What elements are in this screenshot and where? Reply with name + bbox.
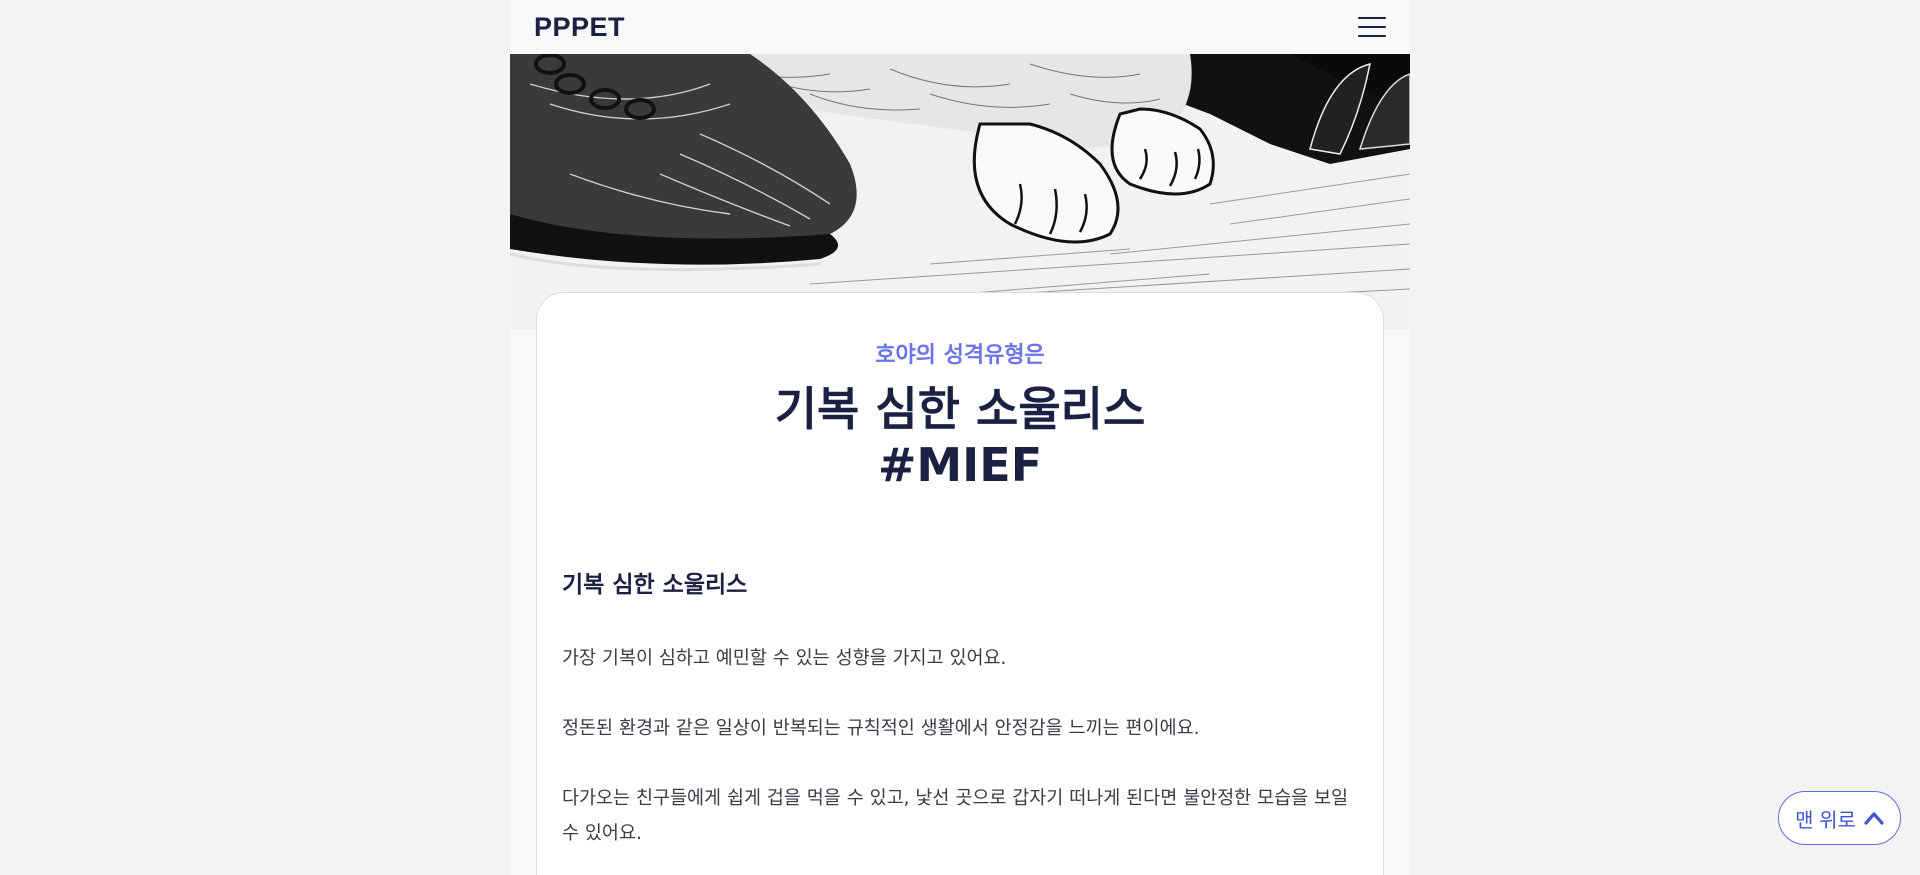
logo[interactable]: PPPET [534, 12, 625, 43]
cat-paws-and-shoe-illustration [510, 54, 1410, 329]
description-paragraph: 다가오는 친구들에게 쉽게 겁을 먹을 수 있고, 낯선 곳으로 갑자기 떠나게… [562, 788, 1349, 844]
description-paragraph: 가장 기복이 심하고 예민할 수 있는 성향을 가지고 있어요. [562, 648, 1007, 669]
menu-line [1358, 17, 1386, 19]
hamburger-menu-icon[interactable] [1358, 15, 1386, 39]
menu-line [1358, 26, 1386, 28]
app-container: PPPET 호야의 성격유형은 기복 심한 소울리스 #MIEF 기복 심한 소… [510, 0, 1410, 875]
result-title-code: #MIEF [877, 438, 1043, 492]
description-paragraph: 정돈된 환경과 같은 일상이 반복되는 규칙적인 생활에서 안정감을 느끼는 편… [562, 718, 1200, 739]
scroll-to-top-button[interactable]: 맨 위로 [1778, 791, 1901, 845]
result-title-name: 기복 심한 소울리스 [774, 382, 1146, 436]
top-bar: PPPET [510, 0, 1410, 54]
result-card: 호야의 성격유형은 기복 심한 소울리스 #MIEF 기복 심한 소울리스 가장… [536, 292, 1384, 875]
scroll-to-top-label: 맨 위로 [1795, 809, 1856, 832]
result-subtitle: 호야의 성격유형은 [875, 343, 1045, 368]
hero-image [510, 54, 1410, 329]
section-heading: 기복 심한 소울리스 [562, 572, 748, 598]
menu-line [1358, 35, 1386, 37]
chevron-up-icon [1864, 812, 1884, 825]
result-title: 기복 심한 소울리스 #MIEF [562, 381, 1358, 493]
